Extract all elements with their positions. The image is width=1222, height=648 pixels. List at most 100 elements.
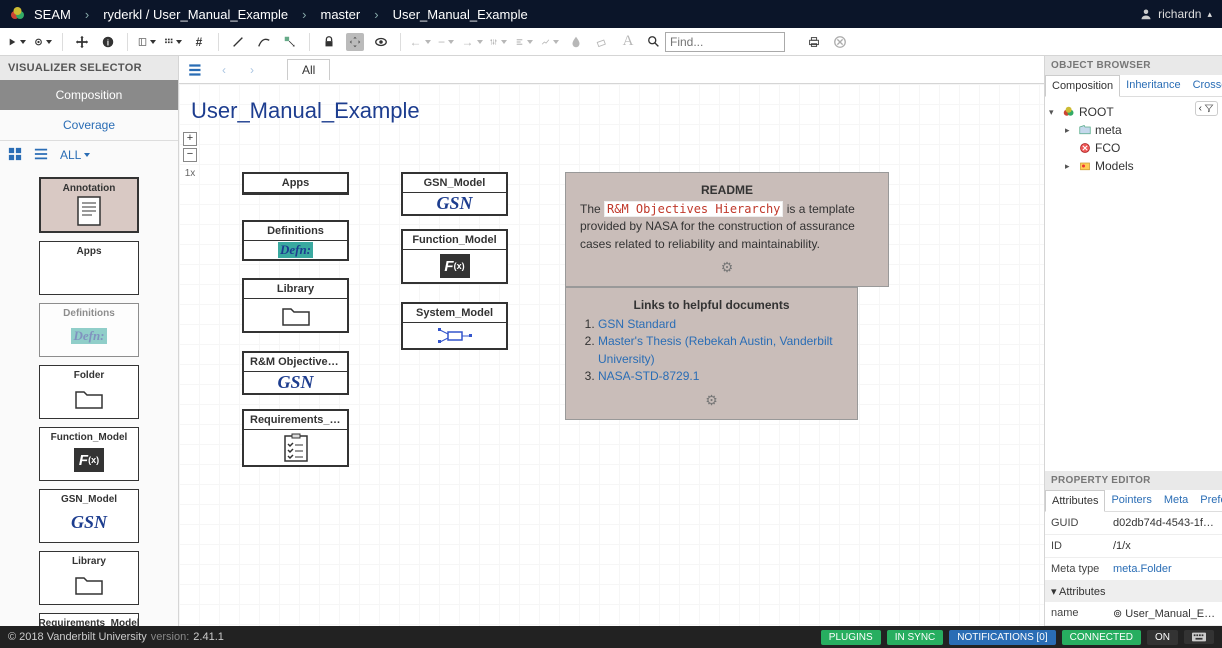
- cancel-icon[interactable]: [831, 33, 849, 51]
- minus-icon[interactable]: −: [437, 33, 455, 51]
- canvas-box-library[interactable]: Library: [242, 278, 349, 333]
- link[interactable]: GSN Standard: [598, 317, 676, 331]
- prop-row-guid[interactable]: GUIDd02db74d-4543-1f8…: [1045, 512, 1222, 535]
- bc-branch[interactable]: master: [321, 7, 361, 22]
- link-item: NASA-STD-8729.1: [598, 368, 843, 385]
- play-button[interactable]: [8, 33, 26, 51]
- pe-tab-meta[interactable]: Meta: [1158, 490, 1194, 511]
- back-icon[interactable]: ←: [411, 33, 429, 51]
- property-editor-header: PROPERTY EDITOR: [1045, 471, 1222, 490]
- palette-icon: F(x): [74, 446, 104, 474]
- pe-tab-pointers[interactable]: Pointers: [1105, 490, 1157, 511]
- tree-models[interactable]: ▸Models: [1065, 157, 1218, 175]
- print-icon[interactable]: [805, 33, 823, 51]
- gear-icon[interactable]: ⚙: [580, 392, 843, 409]
- canvas-box-apps[interactable]: Apps: [242, 172, 349, 195]
- prop-row-meta-type[interactable]: Meta typemeta.Folder: [1045, 558, 1222, 581]
- app-header: SEAM › ryderkl / User_Manual_Example › m…: [0, 0, 1222, 28]
- canvas-box-definitions[interactable]: DefinitionsDefn:: [242, 220, 349, 261]
- record-button[interactable]: [34, 33, 52, 51]
- route-icon[interactable]: [281, 33, 299, 51]
- align-icon[interactable]: [515, 33, 533, 51]
- hash-icon[interactable]: #: [190, 33, 208, 51]
- tree-fco[interactable]: FCO: [1065, 139, 1218, 157]
- canvas-box-function-model[interactable]: Function_ModelF(x): [401, 229, 508, 284]
- layout-icon[interactable]: [138, 33, 156, 51]
- palette-item-annotation[interactable]: Annotation: [39, 177, 139, 233]
- prop-section-label: Attributes: [1059, 586, 1105, 598]
- grid-icon[interactable]: [164, 33, 182, 51]
- vs-item-coverage[interactable]: Coverage: [0, 110, 178, 140]
- erase-icon[interactable]: [593, 33, 611, 51]
- line-icon[interactable]: [229, 33, 247, 51]
- nav-next-icon[interactable]: ›: [243, 61, 261, 79]
- link[interactable]: NASA-STD-8729.1: [598, 369, 699, 383]
- readme-panel[interactable]: README The R&M Objectives Hierarchy is a…: [565, 172, 889, 287]
- palette-item-function_model[interactable]: Function_ModelF(x): [39, 427, 139, 481]
- palette-item-library[interactable]: Library: [39, 551, 139, 605]
- tune-icon[interactable]: [489, 33, 507, 51]
- nav-prev-icon[interactable]: ‹: [215, 61, 233, 79]
- prop-rows: GUIDd02db74d-4543-1f8…ID/1/xMeta typemet…: [1045, 512, 1222, 581]
- box-title: Definitions: [244, 222, 347, 241]
- ob-tab-composition[interactable]: Composition: [1045, 75, 1120, 97]
- prop-attr-name[interactable]: name⊚ User_Manual_Examp: [1045, 602, 1222, 626]
- zoom-in-button[interactable]: +: [183, 132, 197, 146]
- bc-project[interactable]: ryderkl / User_Manual_Example: [103, 7, 288, 22]
- ob-tab-crosscut[interactable]: Crosscut: [1187, 75, 1222, 96]
- links-panel[interactable]: Links to helpful documents GSN StandardM…: [565, 287, 858, 420]
- ob-tab-inheritance[interactable]: Inheritance: [1120, 75, 1186, 96]
- drop-icon[interactable]: [567, 33, 585, 51]
- tree-meta[interactable]: ▸meta: [1065, 121, 1218, 139]
- lock-icon[interactable]: [320, 33, 338, 51]
- pe-tab-attributes[interactable]: Attributes: [1045, 490, 1105, 512]
- palette-item-requirements_model[interactable]: Requirements_Model: [39, 613, 139, 626]
- palette-item-apps[interactable]: Apps: [39, 241, 139, 295]
- keyboard-icon[interactable]: [1184, 630, 1214, 644]
- info-icon[interactable]: i: [99, 33, 117, 51]
- link[interactable]: Master's Thesis (Rebekah Austin, Vanderb…: [598, 334, 833, 365]
- canvas-box-requirements-model[interactable]: Requirements_Model: [242, 409, 349, 467]
- badge-notifications-0-[interactable]: NOTIFICATIONS [0]: [949, 630, 1055, 645]
- search-input[interactable]: [665, 32, 785, 52]
- canvas-box-system-model[interactable]: System_Model: [401, 302, 508, 350]
- palette-filter-all[interactable]: ALL: [60, 148, 90, 162]
- palette-item-definitions[interactable]: DefinitionsDefn:: [39, 303, 139, 357]
- bc-app[interactable]: SEAM: [34, 7, 71, 22]
- user-menu[interactable]: richardn ▴: [1140, 7, 1212, 21]
- tab-all[interactable]: All: [287, 59, 330, 80]
- snap-icon[interactable]: [346, 33, 364, 51]
- tab-list-icon[interactable]: [187, 61, 205, 79]
- palette-label: Library: [72, 556, 106, 567]
- palette-item-folder[interactable]: Folder: [39, 365, 139, 419]
- badge-plugins[interactable]: PLUGINS: [821, 630, 881, 645]
- link-item: GSN Standard: [598, 316, 843, 333]
- badge-in-sync[interactable]: IN SYNC: [887, 630, 944, 645]
- tree-root[interactable]: ▾ROOT: [1049, 103, 1218, 121]
- chart-icon[interactable]: [541, 33, 559, 51]
- box-title: System_Model: [403, 304, 506, 323]
- chevron-right-icon: ›: [302, 7, 306, 22]
- text-color-icon[interactable]: A: [619, 33, 637, 51]
- main-area: VISUALIZER SELECTOR Composition Coverage…: [0, 56, 1222, 626]
- gear-icon[interactable]: ⚙: [580, 259, 874, 276]
- move-icon[interactable]: [73, 33, 91, 51]
- palette-item-gsn_model[interactable]: GSN_ModelGSN: [39, 489, 139, 543]
- pe-tab-preferences[interactable]: Preferences: [1194, 490, 1222, 511]
- footer-toggle[interactable]: ON: [1147, 630, 1178, 645]
- prop-section[interactable]: ▾ Attributes: [1045, 581, 1222, 602]
- bc-node[interactable]: User_Manual_Example: [393, 7, 528, 22]
- eye-icon[interactable]: [372, 33, 390, 51]
- forward-icon[interactable]: →: [463, 33, 481, 51]
- canvas-box-r-m-objectives-hier-[interactable]: R&M Objectives Hier…GSN: [242, 351, 349, 395]
- tree-filter-button[interactable]: ‹: [1195, 101, 1218, 116]
- prop-row-id[interactable]: ID/1/x: [1045, 535, 1222, 558]
- badge-connected[interactable]: CONNECTED: [1062, 630, 1141, 645]
- grid-view-icon[interactable]: [8, 147, 24, 163]
- canvas[interactable]: User_Manual_Example + − 1x AppsDefinitio…: [179, 84, 1044, 626]
- canvas-box-gsn-model[interactable]: GSN_ModelGSN: [401, 172, 508, 216]
- vs-item-composition[interactable]: Composition: [0, 80, 178, 110]
- curve-icon[interactable]: [255, 33, 273, 51]
- list-view-icon[interactable]: [34, 147, 50, 163]
- zoom-out-button[interactable]: −: [183, 148, 197, 162]
